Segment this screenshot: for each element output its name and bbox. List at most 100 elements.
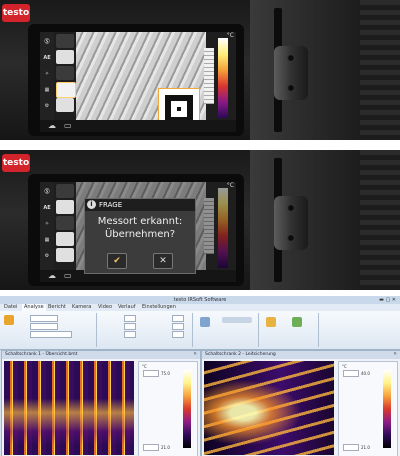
settings-icon[interactable]: ⚙ — [42, 102, 52, 110]
sun-icon[interactable] — [266, 317, 276, 327]
battery-icon: ▭ — [64, 121, 72, 130]
side-button[interactable] — [56, 200, 74, 214]
playback-controls-icon[interactable] — [222, 317, 252, 323]
group-separator — [258, 313, 259, 347]
window-titlebar: testo IRSoft Software ▬ ▢ ✕ — [0, 296, 400, 304]
ribbon-dropdown[interactable] — [30, 323, 58, 330]
auto-exposure-icon[interactable]: AE — [42, 54, 52, 62]
battery-icon: ▭ — [64, 271, 72, 280]
grip-ridge — [360, 0, 400, 140]
menu-video[interactable]: Video — [98, 304, 112, 311]
side-buttons — [56, 34, 76, 130]
cancel-button[interactable]: ✕ — [153, 253, 173, 269]
window-controls-icon[interactable]: ▬ ▢ ✕ — [379, 296, 396, 304]
camera-hinge — [274, 196, 308, 250]
capture-button[interactable] — [56, 248, 74, 262]
side-button[interactable] — [56, 216, 74, 230]
color-scale — [383, 370, 391, 448]
emissivity-field[interactable] — [124, 315, 136, 322]
menu-einstellungen[interactable]: Einstellungen — [142, 304, 176, 311]
temperature-bar — [204, 48, 214, 104]
status-bar: ☁ ▭ — [40, 120, 236, 132]
document-window-2: Schaltschrank 2 - Leitsicherung ✕ °C 40.… — [201, 350, 400, 456]
close-icon[interactable]: ✕ — [393, 351, 397, 359]
ambient-temp-field[interactable] — [172, 323, 184, 330]
unit-label: °C — [226, 182, 234, 189]
menu-kamera[interactable]: Kamera — [72, 304, 91, 311]
scale-min-field[interactable] — [343, 444, 359, 451]
scale-max-field[interactable] — [343, 370, 359, 377]
menu-verlauf[interactable]: Verlauf — [118, 304, 136, 311]
camera-mode-icon[interactable]: Ⓢ — [42, 38, 52, 46]
document-tab[interactable]: Schaltschrank 1 - Übersicht.bmt ✕ — [2, 351, 200, 359]
camera-grip — [250, 150, 400, 290]
hinge-screw — [287, 204, 295, 212]
temperature-bar — [204, 198, 214, 254]
thermal-image[interactable] — [4, 361, 134, 455]
menu-bericht[interactable]: Bericht — [48, 304, 66, 311]
auto-exposure-icon[interactable]: AE — [42, 204, 52, 212]
side-button[interactable] — [56, 66, 74, 80]
cloud-icon: ☁ — [48, 271, 56, 280]
scale-panel: °C 40.0 21.0 — [338, 361, 398, 456]
scale-min-label: 21.0 — [161, 445, 170, 450]
thermal-image[interactable] — [204, 361, 334, 455]
reflected-temp-field[interactable] — [124, 323, 136, 330]
mode-toolstrip: Ⓢ AE ✧ ▦ ⚙ — [40, 32, 54, 132]
palette-icon[interactable] — [4, 315, 14, 325]
camera-mode-icon[interactable]: Ⓢ — [42, 188, 52, 196]
hinge-screw — [287, 54, 295, 62]
ribbon-toolbar — [0, 311, 400, 350]
sparkle-icon[interactable]: ✧ — [42, 70, 52, 78]
menu-analyse[interactable]: Analyse — [22, 304, 46, 311]
group-separator — [192, 313, 193, 347]
scale-min-field[interactable] — [143, 444, 159, 451]
capture-button[interactable] — [56, 98, 74, 112]
grid-icon[interactable]: ▦ — [42, 236, 52, 244]
color-scale — [218, 38, 228, 118]
side-button[interactable] — [56, 50, 74, 64]
cloud-icon: ☁ — [48, 121, 56, 130]
document-window-1: Schaltschrank 1 - Übersicht.bmt ✕ °C 75.… — [1, 350, 201, 456]
side-buttons — [56, 184, 74, 280]
document-title: Schaltschrank 2 - Leitsicherung — [205, 352, 276, 357]
ribbon-dropdown[interactable] — [30, 315, 58, 322]
ribbon-field[interactable] — [172, 331, 184, 338]
unit-label: °C — [226, 32, 234, 39]
irsoft-window: testo IRSoft Software ▬ ▢ ✕ Datei Analys… — [0, 296, 400, 456]
side-button[interactable] — [56, 232, 74, 246]
settings-icon[interactable] — [200, 317, 210, 327]
hinge-screw — [287, 84, 295, 92]
menu-bar: Datei Analyse Bericht Kamera Video Verla… — [0, 304, 400, 311]
scale-max-field[interactable] — [143, 370, 159, 377]
settings-icon[interactable]: ⚙ — [42, 252, 52, 260]
group-separator — [96, 313, 97, 347]
dialog-titlebar: i FRAGE — [85, 199, 195, 211]
info-icon: i — [87, 200, 96, 209]
settings-update-icon[interactable] — [292, 317, 302, 327]
humidity-field[interactable] — [172, 315, 184, 322]
ribbon-dropdown[interactable] — [30, 331, 72, 338]
sparkle-icon[interactable]: ✧ — [42, 220, 52, 228]
scale-panel: °C 75.0 21.0 — [138, 361, 198, 456]
software-screenshot: testo IRSoft Software ▬ ▢ ✕ Datei Analys… — [0, 296, 400, 456]
window-title: testo IRSoft Software — [173, 297, 227, 303]
scale-min-label: 21.0 — [361, 445, 370, 450]
camera-grip — [250, 0, 400, 140]
side-button[interactable] — [56, 184, 74, 198]
close-icon[interactable]: ✕ — [193, 351, 197, 359]
ribbon-field[interactable] — [124, 331, 136, 338]
camera-display: Ⓢ AE ✧ ▦ ⚙ °C 5 ☁ ▭ — [40, 32, 236, 132]
image-button-selected[interactable] — [56, 82, 76, 98]
mode-toolstrip: Ⓢ AE ✧ ▦ ⚙ — [40, 182, 54, 282]
menu-datei[interactable]: Datei — [4, 304, 17, 311]
question-dialog: i FRAGE Messort erkannt: Übernehmen? ✔ ✕ — [84, 198, 196, 274]
confirm-button[interactable]: ✔ — [107, 253, 127, 269]
camera-photo-scan: testo Ⓢ AE ✧ ▦ ⚙ °C 5 ☁ ▭ — [0, 0, 400, 140]
side-button[interactable] — [56, 34, 74, 48]
document-title: Schaltschrank 1 - Übersicht.bmt — [5, 352, 78, 357]
document-tab[interactable]: Schaltschrank 2 - Leitsicherung ✕ — [202, 351, 400, 359]
grid-icon[interactable]: ▦ — [42, 86, 52, 94]
scale-unit: °C — [142, 364, 147, 369]
color-scale — [218, 188, 228, 268]
